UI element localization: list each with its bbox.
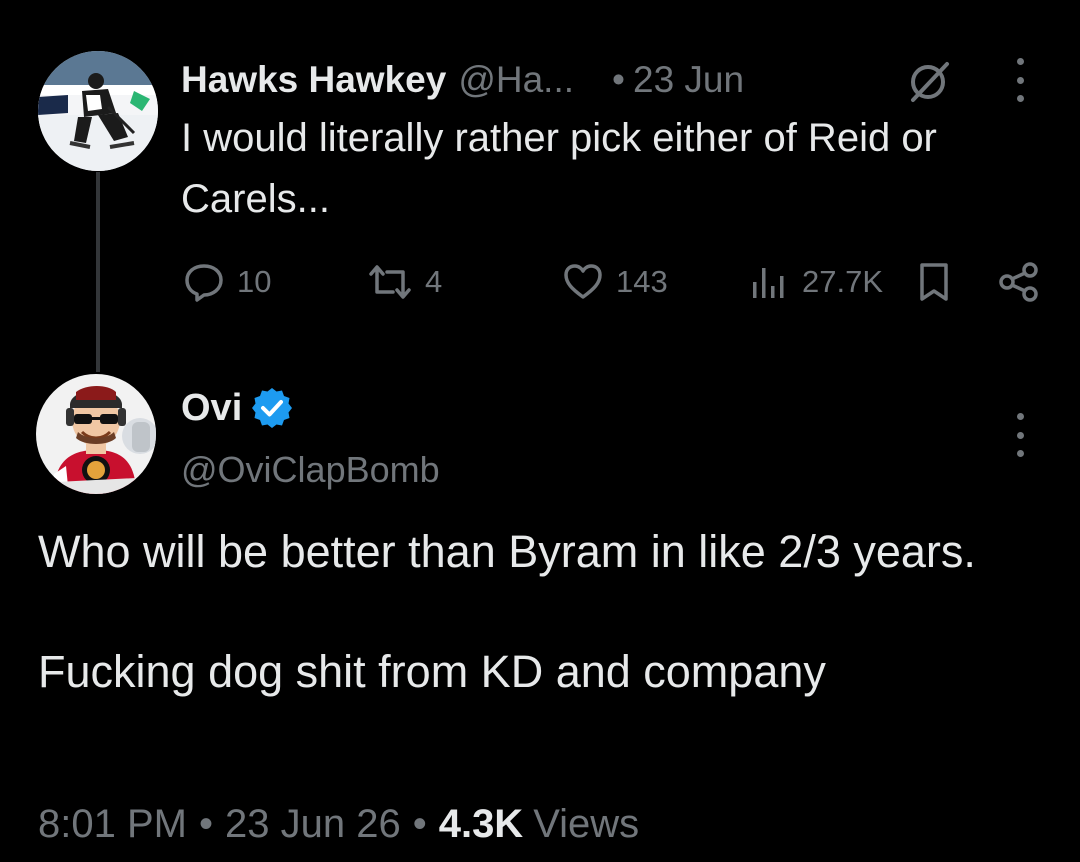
tweet-views-label: Views <box>533 801 640 846</box>
views-chart-icon <box>753 268 784 298</box>
meta-separator: • <box>412 801 427 846</box>
verified-badge-icon[interactable] <box>252 388 293 428</box>
tweet-author-handle[interactable]: @OviClapBomb <box>181 446 440 494</box>
share-icon <box>999 262 1038 302</box>
tweet-author-row: Ovi <box>181 382 293 434</box>
tweet-time[interactable]: 8:01 PM <box>38 802 187 847</box>
bookmark-icon <box>920 263 948 301</box>
cartoon-hockey-fan-avatar-icon <box>36 374 156 494</box>
reply-count: 10 <box>237 264 272 299</box>
repost-button[interactable]: 4 <box>367 254 442 310</box>
reply-to-action-bar: 10 4 143 27.7K <box>0 254 1080 310</box>
reply-to-more-icon[interactable] <box>1010 58 1030 102</box>
grok-glyph-icon <box>911 62 949 102</box>
tweet-date[interactable]: 23 Jun 26 <box>225 802 401 847</box>
views-count: 27.7K <box>802 264 884 299</box>
reply-to-time[interactable]: 23 Jun <box>633 56 744 104</box>
repost-count: 4 <box>425 264 443 299</box>
tweet-text: Who will be better than Byram in like 2/… <box>38 526 976 697</box>
reply-to-text: I would literally rather pick either of … <box>181 116 937 221</box>
reply-icon <box>185 264 223 302</box>
repost-icon <box>369 265 411 299</box>
reply-to-author-name[interactable]: Hawks Hawkey <box>181 56 446 104</box>
tweet-author-name[interactable]: Ovi <box>181 387 242 430</box>
like-button[interactable]: 143 <box>562 254 668 310</box>
reply-to-separator: • <box>612 59 625 100</box>
reply-button[interactable]: 10 <box>183 254 271 310</box>
tweet-more-icon[interactable] <box>1010 413 1030 457</box>
reply-to-handle[interactable]: @Ha... <box>458 56 574 104</box>
tweet-views-count[interactable]: 4.3K <box>439 802 524 847</box>
share-button[interactable] <box>998 254 1040 310</box>
grok-icon[interactable] <box>903 58 955 104</box>
tweet-meta: 8:01 PM • 23 Jun 26 • 4.3K Views <box>38 796 639 852</box>
meta-separator: • <box>198 801 213 846</box>
bookmark-button[interactable] <box>916 254 952 310</box>
heart-icon <box>564 264 602 299</box>
reply-to-header: Hawks Hawkey @Ha... • 23 Jun <box>181 56 744 104</box>
hockey-player-avatar-icon <box>38 51 158 171</box>
avatar-ovi[interactable] <box>36 374 156 494</box>
like-count: 143 <box>616 264 668 299</box>
avatar-hawks-hawkey[interactable] <box>38 51 158 171</box>
views-button[interactable]: 27.7K <box>750 254 883 310</box>
tweet-detail-page: Hawks Hawkey @Ha... • 23 Jun I would lit… <box>0 0 1080 862</box>
